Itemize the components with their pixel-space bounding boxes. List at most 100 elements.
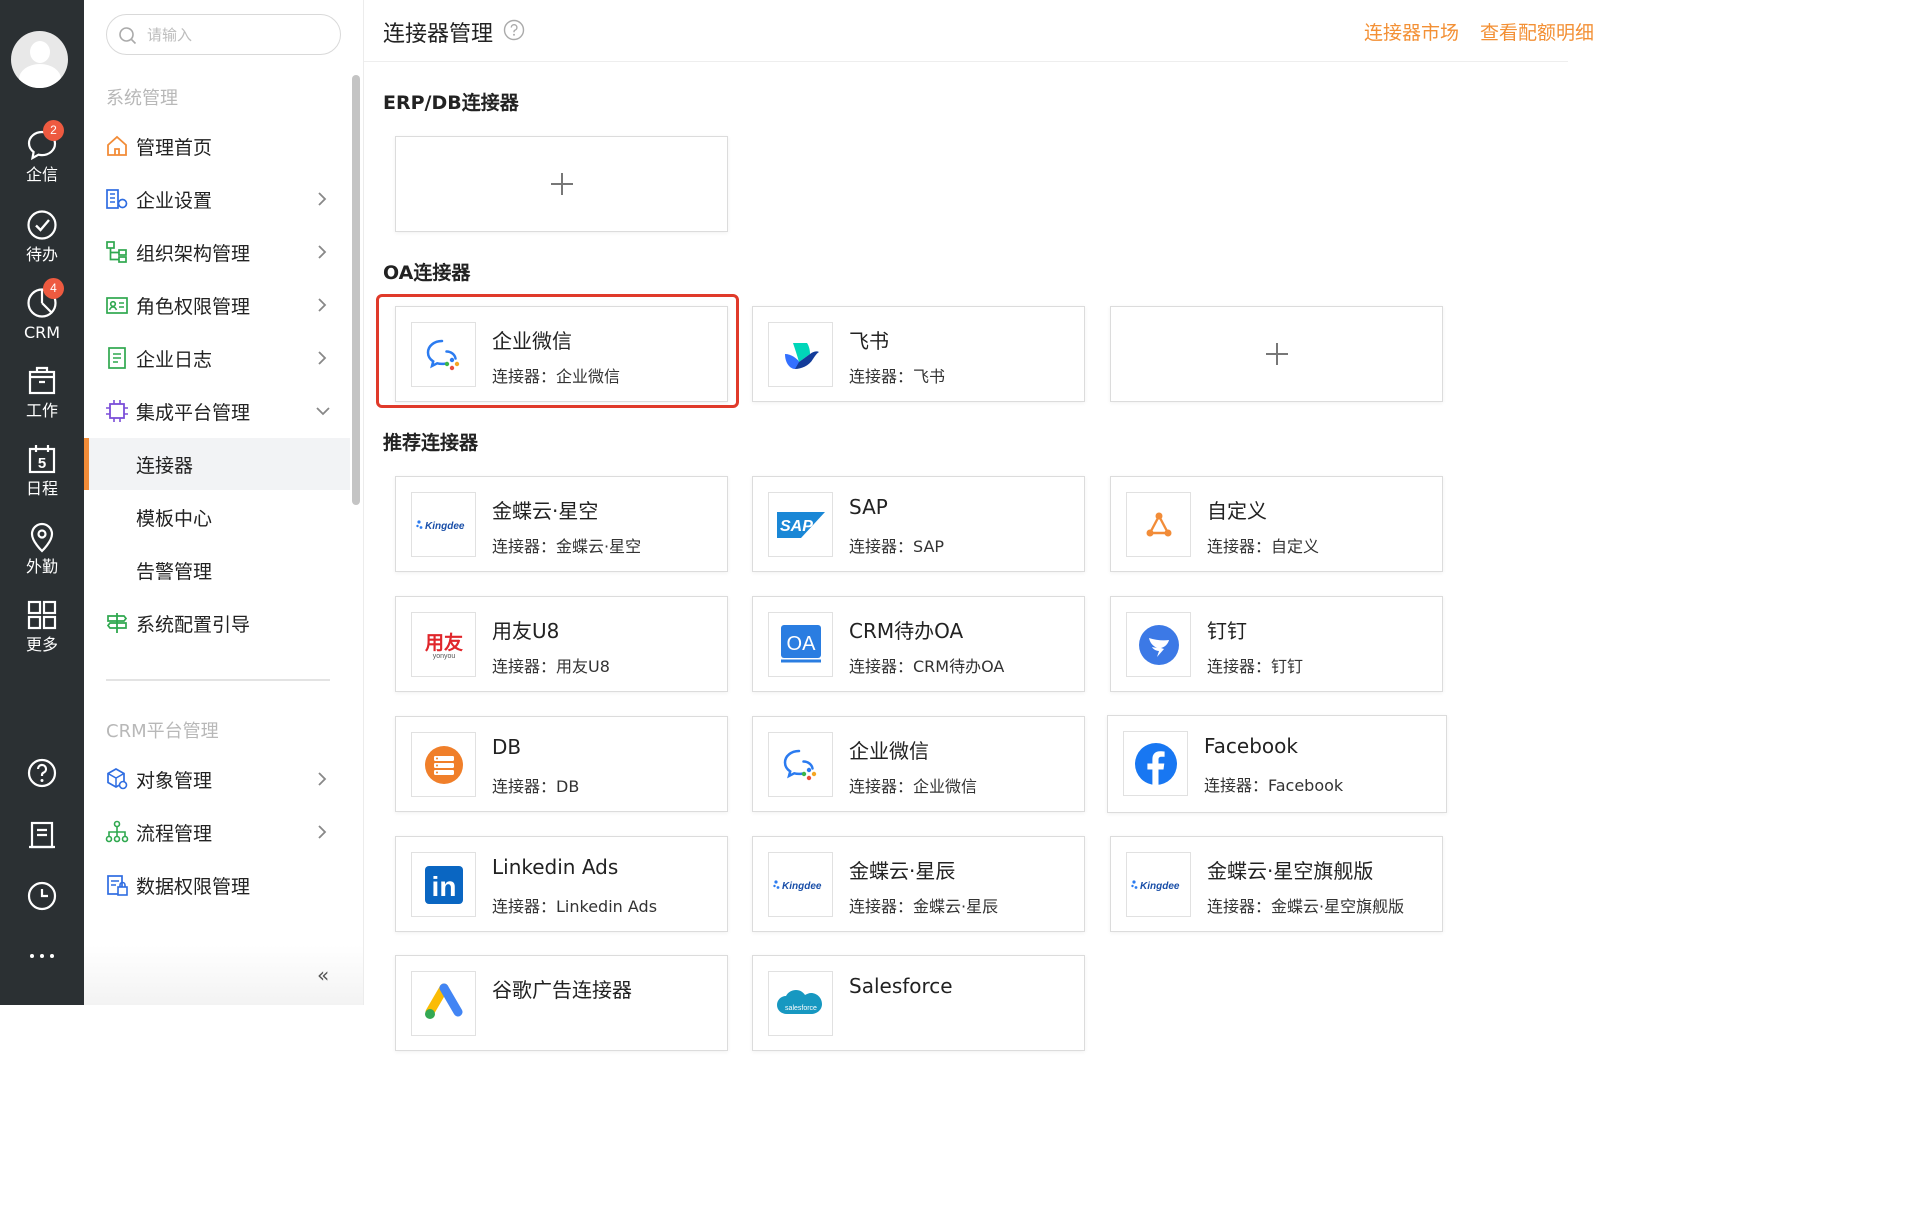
add-oa-connector-button[interactable] xyxy=(1110,306,1443,402)
connector-card-facebook[interactable]: Facebook 连接器：Facebook xyxy=(1107,715,1447,813)
connector-type: 连接器：金蝶云·星空旗舰版 xyxy=(1207,897,1405,916)
connector-card-sap[interactable]: SAP SAP 连接器：SAP xyxy=(752,476,1085,572)
connector-type: 连接器：用友U8 xyxy=(492,657,610,676)
svg-text:OA: OA xyxy=(786,633,816,655)
rail-item-more[interactable]: 更多 xyxy=(0,598,84,654)
nav-item-alert-management[interactable]: 告警管理 xyxy=(84,544,350,596)
rail-item-crm[interactable]: 4 CRM xyxy=(0,278,84,342)
kingdee-logo: Kingdee xyxy=(768,852,833,917)
connector-card-feishu[interactable]: 飞书 连接器：飞书 xyxy=(752,306,1085,402)
kingdee-icon: Kingdee xyxy=(1130,879,1179,892)
connector-card-db[interactable]: DB 连接器：DB xyxy=(395,716,728,812)
collapse-sidebar-button[interactable]: « xyxy=(317,963,329,987)
database-icon xyxy=(424,745,463,784)
nav-item-system-config-guide[interactable]: 系统配置引导 xyxy=(84,597,350,649)
facebook-logo xyxy=(1123,731,1188,796)
view-quota-link[interactable]: 查看配额明细 xyxy=(1480,18,1594,45)
help-button[interactable] xyxy=(0,756,84,790)
connector-card-kingdee-xingkong[interactable]: Kingdee 金蝶云·星空 连接器：金蝶云·星空 xyxy=(395,476,728,572)
google-ads-icon xyxy=(424,983,462,1019)
chevron-right-icon xyxy=(318,245,327,259)
svg-text:in: in xyxy=(431,871,456,902)
page-header: 连接器管理 连接器市场 查看配额明细 xyxy=(364,0,1594,62)
rail-item-messages[interactable]: 2 企信 xyxy=(0,120,84,184)
history-button[interactable] xyxy=(0,879,84,913)
connector-card-custom[interactable]: 自定义 连接器：自定义 xyxy=(1110,476,1443,572)
kingdee-logo: Kingdee xyxy=(1126,852,1191,917)
svg-text:salesforce: salesforce xyxy=(785,1005,817,1012)
linkedin-icon: in xyxy=(424,865,463,904)
kingdee-icon: Kingdee xyxy=(415,519,464,532)
dingtalk-logo xyxy=(1126,612,1191,677)
briefcase-icon xyxy=(28,366,56,395)
connector-market-link[interactable]: 连接器市场 xyxy=(1364,18,1459,45)
oa-logo: OA xyxy=(768,612,833,677)
plus-icon xyxy=(1265,343,1288,365)
chevron-right-icon xyxy=(318,351,327,365)
nav-group-crm: CRM平台管理 xyxy=(106,721,219,742)
id-card-icon xyxy=(106,297,128,314)
nav-item-role-permissions[interactable]: 角色权限管理 xyxy=(84,279,350,331)
connector-card-google-ads[interactable]: 谷歌广告连接器 xyxy=(395,955,728,1051)
chevron-right-icon xyxy=(318,825,327,839)
connector-type: 连接器：金蝶云·星辰 xyxy=(849,897,999,916)
search-box[interactable] xyxy=(106,14,341,55)
connector-type: 连接器：CRM待办OA xyxy=(849,657,1005,676)
connector-card-wecom-recommended[interactable]: 企业微信 连接器：企业微信 xyxy=(752,716,1085,812)
kingdee-icon: Kingdee xyxy=(772,879,821,892)
sap-icon: SAP xyxy=(776,511,825,538)
salesforce-icon: salesforce xyxy=(776,989,822,1014)
rail-item-field[interactable]: 外勤 xyxy=(0,520,84,576)
sidebar-scrollbar[interactable] xyxy=(352,75,360,505)
connector-name: 谷歌广告连接器 xyxy=(492,978,632,1002)
add-connector-button[interactable] xyxy=(395,136,728,232)
chevron-right-icon xyxy=(318,192,327,206)
avatar[interactable] xyxy=(11,31,68,88)
app-rail: 2 企信 待办 4 CRM 工作 5 日程 外勤 更多 xyxy=(0,0,84,1005)
nav-item-integration-platform[interactable]: 集成平台管理 xyxy=(84,385,350,437)
search-input[interactable] xyxy=(147,23,327,47)
rail-label: 企信 xyxy=(25,165,58,184)
svg-text:用友: 用友 xyxy=(424,631,462,654)
connector-name: 金蝶云·星空 xyxy=(492,499,599,523)
connector-name: 钉钉 xyxy=(1207,619,1247,643)
nav-item-company-settings[interactable]: 企业设置 xyxy=(84,173,350,225)
rail-item-work[interactable]: 工作 xyxy=(0,364,84,420)
connector-name: 企业微信 xyxy=(849,739,929,763)
nav-item-company-log[interactable]: 企业日志 xyxy=(84,332,350,384)
rail-label: 外勤 xyxy=(25,557,58,576)
home-icon xyxy=(107,135,127,156)
connector-card-yonyou-u8[interactable]: 用友 yonyou 用友U8 连接器：用友U8 xyxy=(395,596,728,692)
connector-name: Salesforce xyxy=(849,974,953,998)
log-document-icon xyxy=(108,347,126,369)
chip-icon xyxy=(106,400,128,422)
signpost-icon xyxy=(106,613,128,633)
connector-type: 连接器：SAP xyxy=(849,537,945,556)
nav-item-admin-home[interactable]: 管理首页 xyxy=(84,120,350,172)
nav-item-object-management[interactable]: 对象管理 xyxy=(84,753,350,805)
rail-item-calendar[interactable]: 5 日程 xyxy=(0,442,84,498)
cube-settings-icon xyxy=(107,768,128,790)
rail-item-todo[interactable]: 待办 xyxy=(0,208,84,264)
connector-card-salesforce[interactable]: salesforce Salesforce xyxy=(752,955,1085,1051)
connector-card-linkedin-ads[interactable]: in Linkedin Ads 连接器：Linkedin Ads xyxy=(395,836,728,932)
rail-label: 更多 xyxy=(25,635,58,654)
nav-item-org-structure[interactable]: 组织架构管理 xyxy=(84,226,350,278)
connector-type: 连接器：飞书 xyxy=(849,367,946,386)
help-circle-icon[interactable] xyxy=(503,19,525,41)
connector-card-dingtalk[interactable]: 钉钉 连接器：钉钉 xyxy=(1110,596,1443,692)
connector-card-crm-todo-oa[interactable]: OA CRM待办OA 连接器：CRM待办OA xyxy=(752,596,1085,692)
connector-card-kingdee-xingkong-flagship[interactable]: Kingdee 金蝶云·星空旗舰版 连接器：金蝶云·星空旗舰版 xyxy=(1110,836,1443,932)
rail-label: 工作 xyxy=(25,401,58,420)
nav-item-template-center[interactable]: 模板中心 xyxy=(84,491,350,543)
nav-item-process-management[interactable]: 流程管理 xyxy=(84,806,350,858)
oa-icon: OA xyxy=(780,624,821,662)
connector-card-kingdee-xingchen[interactable]: Kingdee 金蝶云·星辰 连接器：金蝶云·星辰 xyxy=(752,836,1085,932)
document-button[interactable] xyxy=(0,818,84,852)
connector-type: 连接器：Facebook xyxy=(1204,776,1344,795)
nav-item-connectors[interactable]: 连接器 xyxy=(84,438,350,490)
more-menu-button[interactable] xyxy=(0,944,84,968)
nav-item-data-permissions[interactable]: 数据权限管理 xyxy=(84,859,350,911)
section-title-erp: ERP/DB连接器 xyxy=(383,92,519,114)
section-title-recommended: 推荐连接器 xyxy=(383,432,479,454)
